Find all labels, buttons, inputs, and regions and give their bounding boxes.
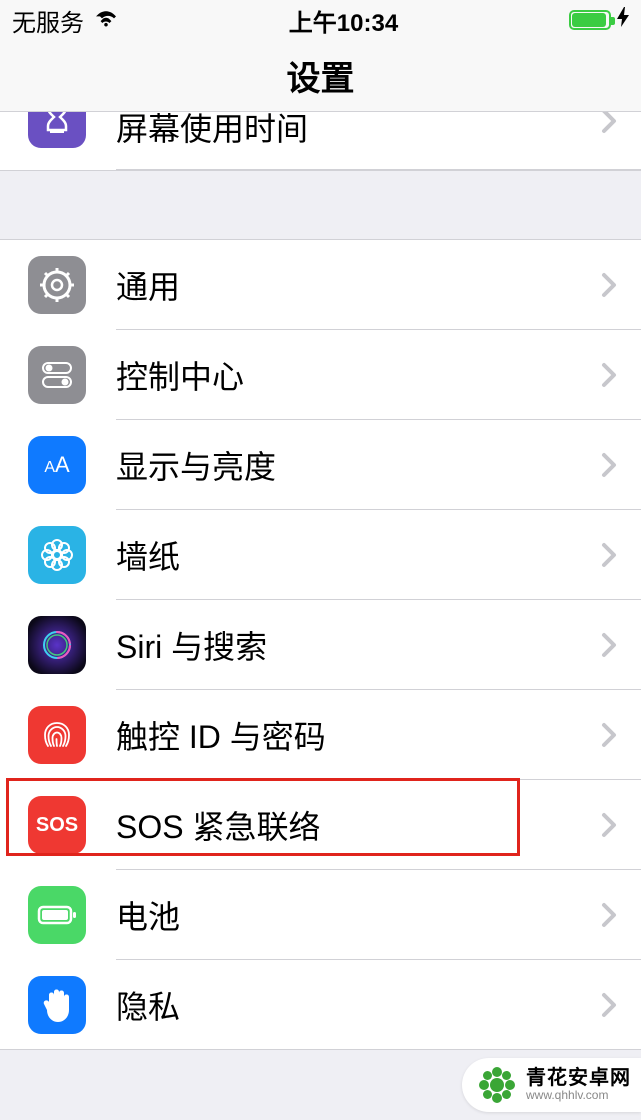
status-left: 无服务 bbox=[12, 3, 118, 38]
chevron-right-icon bbox=[601, 272, 617, 298]
row-label: 屏幕使用时间 bbox=[116, 112, 601, 150]
hourglass-icon bbox=[28, 112, 86, 148]
status-right bbox=[569, 7, 629, 33]
settings-row-wallpaper[interactable]: 墙纸 bbox=[0, 510, 641, 600]
watermark: 青花安卓网 www.qhhlv.com bbox=[462, 1058, 641, 1112]
row-label: 墙纸 bbox=[116, 532, 601, 578]
settings-row-sos[interactable]: SOS SOS 紧急联络 bbox=[0, 780, 641, 870]
row-label: 隐私 bbox=[116, 982, 601, 1028]
flower-icon bbox=[28, 526, 86, 584]
settings-row-privacy[interactable]: 隐私 bbox=[0, 960, 641, 1050]
settings-row-display-brightness[interactable]: AA 显示与亮度 bbox=[0, 420, 641, 510]
settings-list: 通用 控制中心 AA 显示与亮度 墙纸 Siri 与搜索 bbox=[0, 240, 641, 1050]
gear-icon bbox=[28, 256, 86, 314]
siri-icon bbox=[28, 616, 86, 674]
charging-icon bbox=[617, 7, 629, 33]
section-gap bbox=[0, 170, 641, 240]
chevron-right-icon bbox=[601, 722, 617, 748]
row-label: 触控 ID 与密码 bbox=[116, 712, 601, 758]
chevron-right-icon bbox=[601, 632, 617, 658]
chevron-right-icon bbox=[601, 902, 617, 928]
fingerprint-icon bbox=[28, 706, 86, 764]
settings-row-control-center[interactable]: 控制中心 bbox=[0, 330, 641, 420]
chevron-right-icon bbox=[601, 812, 617, 838]
status-bar: 无服务 上午10:34 bbox=[0, 0, 641, 40]
battery-row-icon bbox=[28, 886, 86, 944]
row-label: 通用 bbox=[116, 262, 601, 308]
settings-row-touch-id[interactable]: 触控 ID 与密码 bbox=[0, 690, 641, 780]
watermark-url: www.qhhlv.com bbox=[526, 1089, 631, 1102]
settings-row-siri[interactable]: Siri 与搜索 bbox=[0, 600, 641, 690]
display-icon: AA bbox=[28, 436, 86, 494]
settings-row-battery[interactable]: 电池 bbox=[0, 870, 641, 960]
chevron-right-icon bbox=[601, 112, 617, 134]
battery-icon bbox=[569, 10, 611, 30]
chevron-right-icon bbox=[601, 992, 617, 1018]
hand-icon bbox=[28, 976, 86, 1034]
row-label: 电池 bbox=[116, 892, 601, 938]
watermark-title: 青花安卓网 bbox=[526, 1067, 631, 1089]
toggles-icon bbox=[28, 346, 86, 404]
chevron-right-icon bbox=[601, 362, 617, 388]
row-label: Siri 与搜索 bbox=[116, 622, 601, 668]
wifi-icon bbox=[94, 6, 118, 34]
settings-row-screen-time[interactable]: 屏幕使用时间 bbox=[0, 112, 641, 170]
row-label: 显示与亮度 bbox=[116, 442, 601, 488]
row-label: 控制中心 bbox=[116, 352, 601, 398]
watermark-logo-icon bbox=[476, 1064, 518, 1106]
settings-row-general[interactable]: 通用 bbox=[0, 240, 641, 330]
chevron-right-icon bbox=[601, 542, 617, 568]
carrier-text: 无服务 bbox=[12, 3, 84, 38]
status-time: 上午10:34 bbox=[289, 3, 398, 38]
row-label: SOS 紧急联络 bbox=[116, 802, 601, 848]
chevron-right-icon bbox=[601, 452, 617, 478]
sos-icon: SOS bbox=[28, 796, 86, 854]
page-title: 设置 bbox=[287, 51, 355, 100]
nav-bar: 设置 bbox=[0, 40, 641, 112]
